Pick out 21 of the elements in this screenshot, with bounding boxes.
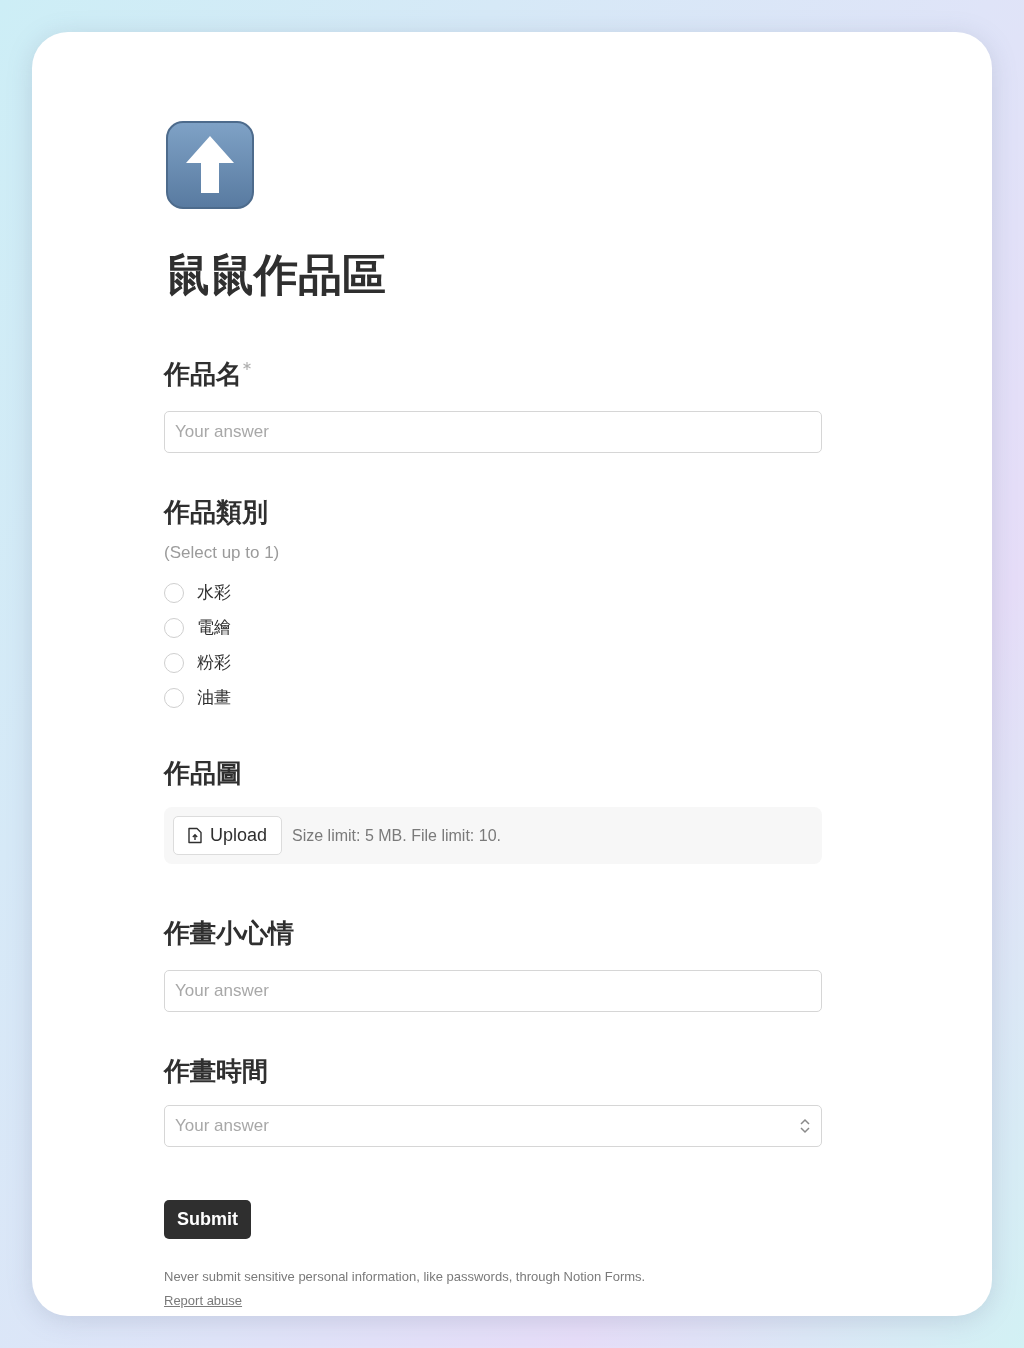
submit-button[interactable]: Submit [164,1200,251,1239]
answer-field[interactable]: Your answer [164,411,822,453]
report-abuse-link[interactable]: Report abuse [164,1293,243,1308]
file-upload-icon [188,827,202,844]
option-label: 油畫 [197,687,231,709]
question-label: 作品名 [164,358,242,391]
select-placeholder: Your answer [175,1115,269,1138]
upload-button[interactable]: Upload [173,816,283,855]
chevron-up-down-icon [799,1118,811,1134]
answer-field[interactable]: Your answer [164,970,822,1012]
option-label: 水彩 [197,582,231,604]
upload-limit-text: Size limit: 5 MB. File limit: 10. [292,825,501,846]
question-label: 作品圖 [164,757,242,790]
question-label: 作畫時間 [164,1055,268,1088]
option-label: 粉彩 [197,652,231,674]
disclaimer-text: Never submit sensitive personal information, like passwords, through Notion Forms. [164,1268,647,1286]
question-label: 作品類別 [164,496,268,529]
hint-text: (Select up to 1) [164,542,281,564]
form-title: 鼠鼠作品區 [166,249,387,301]
option-label: 電繪 [197,617,231,639]
question-label: 作畫小心情 [164,917,294,950]
